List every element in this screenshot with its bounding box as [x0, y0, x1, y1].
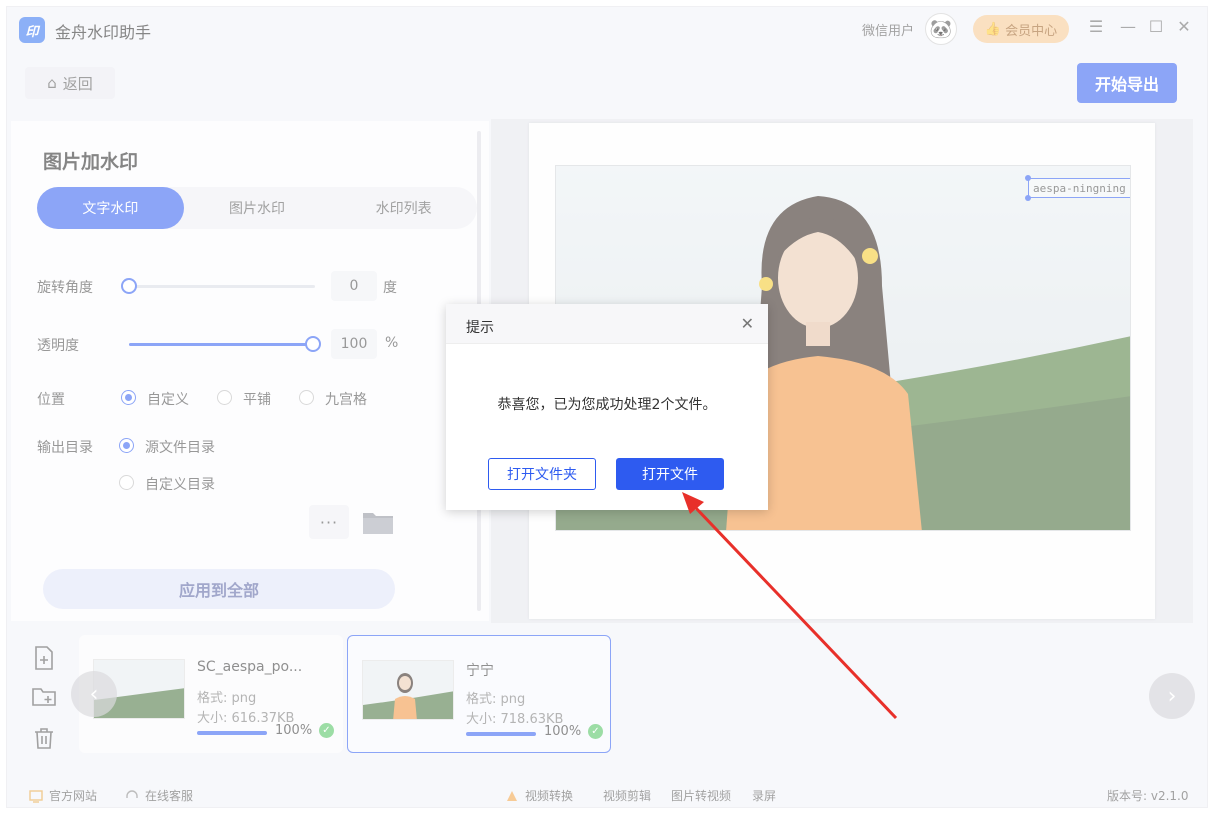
dialog-header: 提示 ✕ — [446, 304, 768, 344]
dialog-title: 提示 — [466, 320, 494, 336]
dialog-close-icon[interactable]: ✕ — [741, 314, 754, 333]
dialog-message: 恭喜您，已为您成功处理2个文件。 — [497, 397, 717, 413]
result-dialog: 提示 ✕ 恭喜您，已为您成功处理2个文件。 打开文件夹 打开文件 — [446, 304, 768, 510]
open-folder-button[interactable]: 打开文件夹 — [488, 458, 596, 490]
open-file-button[interactable]: 打开文件 — [616, 458, 724, 490]
